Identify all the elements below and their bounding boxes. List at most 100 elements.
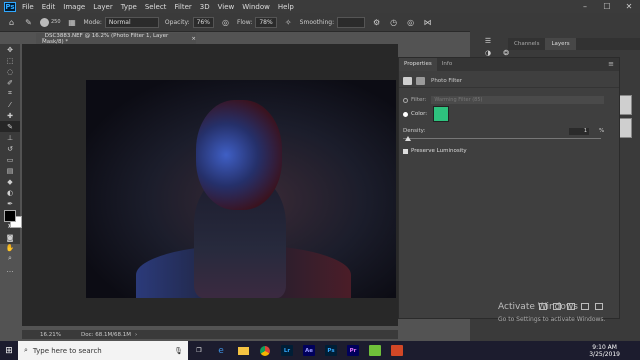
photoshop-taskbar-icon[interactable]: Ps: [320, 341, 342, 360]
pen-tool-icon[interactable]: ✒: [0, 198, 20, 209]
brush-tool-icon[interactable]: ✎: [23, 17, 34, 28]
document-tab[interactable]: _DSC3883.NEF @ 16.2% (Photo Filter 1, La…: [36, 32, 196, 45]
photo-filter-header: Photo Filter: [399, 74, 619, 88]
status-menu-icon[interactable]: ›: [135, 332, 137, 338]
brush-tool-icon[interactable]: ✎: [0, 121, 20, 132]
file-explorer-icon[interactable]: [232, 341, 254, 360]
delete-icon[interactable]: [595, 303, 603, 310]
menu-select[interactable]: Select: [145, 3, 167, 11]
menu-view[interactable]: View: [218, 3, 235, 11]
properties-panel: Properties Info ≡ Photo Filter Filter: W…: [398, 57, 620, 319]
edit-toolbar-icon[interactable]: …: [0, 264, 20, 275]
chrome-icon[interactable]: [254, 341, 276, 360]
menu-layer[interactable]: Layer: [93, 3, 113, 11]
menu-window[interactable]: Window: [242, 3, 270, 11]
image-face: [196, 100, 282, 210]
move-tool-icon[interactable]: ✥: [0, 44, 20, 55]
color-swatches[interactable]: [4, 210, 22, 228]
history-brush-tool-icon[interactable]: ↺: [0, 143, 20, 154]
menu-3d[interactable]: 3D: [200, 3, 210, 11]
smoothing-field[interactable]: [337, 16, 366, 28]
taskbar-search[interactable]: ⌕ Type here to search 🎙: [18, 341, 188, 360]
properties-panel-icon[interactable]: ☰: [478, 35, 498, 46]
menu-filter[interactable]: Filter: [174, 3, 191, 11]
quick-select-tool-icon[interactable]: ✐: [0, 77, 20, 88]
mode-select[interactable]: Normal: [104, 16, 159, 28]
color-row: Color:: [403, 106, 450, 122]
eraser-tool-icon[interactable]: ▭: [0, 154, 20, 165]
system-clock[interactable]: 9:10 AM 3/25/2019: [589, 341, 620, 360]
minimize-icon[interactable]: –: [574, 0, 596, 13]
clone-stamp-tool-icon[interactable]: ⊥: [0, 132, 20, 143]
tab-layers[interactable]: Layers: [545, 38, 576, 50]
tab-properties[interactable]: Properties: [399, 58, 437, 71]
menu-type[interactable]: Type: [121, 3, 137, 11]
healing-brush-tool-icon[interactable]: ✚: [0, 110, 20, 121]
filter-radio[interactable]: [403, 97, 408, 103]
visibility-icon[interactable]: [581, 303, 589, 310]
tab-info[interactable]: Info: [437, 58, 457, 71]
menu-file[interactable]: File: [22, 3, 34, 11]
tab-channels[interactable]: Channels: [508, 41, 545, 47]
adjustment-layer-icon: [403, 76, 412, 85]
after-effects-label: Ae: [303, 345, 315, 356]
airbrush-icon[interactable]: ✧: [283, 17, 294, 28]
flow-field[interactable]: 78%: [255, 16, 277, 28]
menu-help[interactable]: Help: [278, 3, 294, 11]
document-title: _DSC3883.NEF @ 16.2% (Photo Filter 1, La…: [42, 32, 169, 45]
mask-icon[interactable]: [416, 76, 425, 85]
filter-color-swatch[interactable]: [433, 106, 450, 122]
hand-tool-icon[interactable]: ✋: [0, 242, 20, 253]
blur-tool-icon[interactable]: ◆: [0, 176, 20, 187]
microphone-icon[interactable]: 🎙: [174, 347, 183, 355]
camtasia-icon[interactable]: [364, 341, 386, 360]
foreground-color-swatch[interactable]: [4, 210, 16, 222]
marquee-tool-icon[interactable]: ⬚: [0, 55, 20, 66]
angle-icon[interactable]: ◷: [388, 17, 399, 28]
menu-edit[interactable]: Edit: [42, 3, 56, 11]
pressure-size-icon[interactable]: ◎: [405, 17, 416, 28]
brush-panel-icon[interactable]: ▦: [67, 17, 78, 28]
opacity-field[interactable]: 76%: [192, 16, 214, 28]
windows-start-icon[interactable]: ⊞: [0, 341, 18, 360]
panel-menu-icon[interactable]: ≡: [608, 60, 614, 68]
zoom-tool-icon[interactable]: ⌕: [0, 253, 20, 264]
home-icon[interactable]: ⌂: [6, 17, 17, 28]
gear-icon[interactable]: ⚙: [371, 17, 382, 28]
filter-select[interactable]: Warming Filter (85): [431, 96, 605, 104]
lightroom-icon[interactable]: Lr: [276, 341, 298, 360]
dodge-tool-icon[interactable]: ◐: [0, 187, 20, 198]
lasso-tool-icon[interactable]: ◌: [0, 66, 20, 77]
brush-preset-picker[interactable]: 250: [40, 17, 61, 27]
after-effects-icon[interactable]: Ae: [298, 341, 320, 360]
premiere-icon[interactable]: Pr: [342, 341, 364, 360]
mode-control: Mode: Normal: [84, 16, 159, 28]
preserve-luminosity-row: Preserve Luminosity: [403, 148, 467, 154]
color-radio[interactable]: [403, 111, 408, 117]
menu-image[interactable]: Image: [63, 3, 85, 11]
preserve-luminosity-label: Preserve Luminosity: [411, 148, 467, 154]
eyedropper-tool-icon[interactable]: ⁄: [0, 99, 20, 110]
zoom-level[interactable]: 16.21%: [40, 332, 61, 338]
symmetry-icon[interactable]: ⋈: [422, 17, 433, 28]
density-slider[interactable]: [403, 138, 601, 139]
document-image[interactable]: [86, 80, 396, 298]
pressure-opacity-icon[interactable]: ◎: [220, 17, 231, 28]
layer-mask-thumbnail[interactable]: [618, 118, 632, 138]
clock-time: 9:10 AM: [592, 343, 617, 351]
gradient-tool-icon[interactable]: ▤: [0, 165, 20, 176]
crop-tool-icon[interactable]: ⌗: [0, 88, 20, 99]
presentation-app-icon[interactable]: [386, 341, 408, 360]
edge-icon[interactable]: e: [210, 341, 232, 360]
quick-mask-icon[interactable]: ◙: [0, 232, 20, 243]
task-view-icon[interactable]: ❐: [188, 341, 210, 360]
preserve-luminosity-checkbox[interactable]: [403, 148, 408, 154]
premiere-label: Pr: [347, 345, 359, 356]
maximize-icon[interactable]: ☐: [596, 0, 618, 13]
close-tab-icon[interactable]: ×: [191, 36, 196, 42]
close-icon[interactable]: ✕: [618, 0, 640, 13]
layer-thumbnail[interactable]: [618, 95, 632, 115]
options-bar: ⌂ ✎ 250 ▦ Mode: Normal Opacity: 76% ◎ Fl…: [0, 13, 640, 32]
density-field[interactable]: 1: [569, 128, 589, 135]
density-slider-thumb[interactable]: [405, 136, 411, 141]
